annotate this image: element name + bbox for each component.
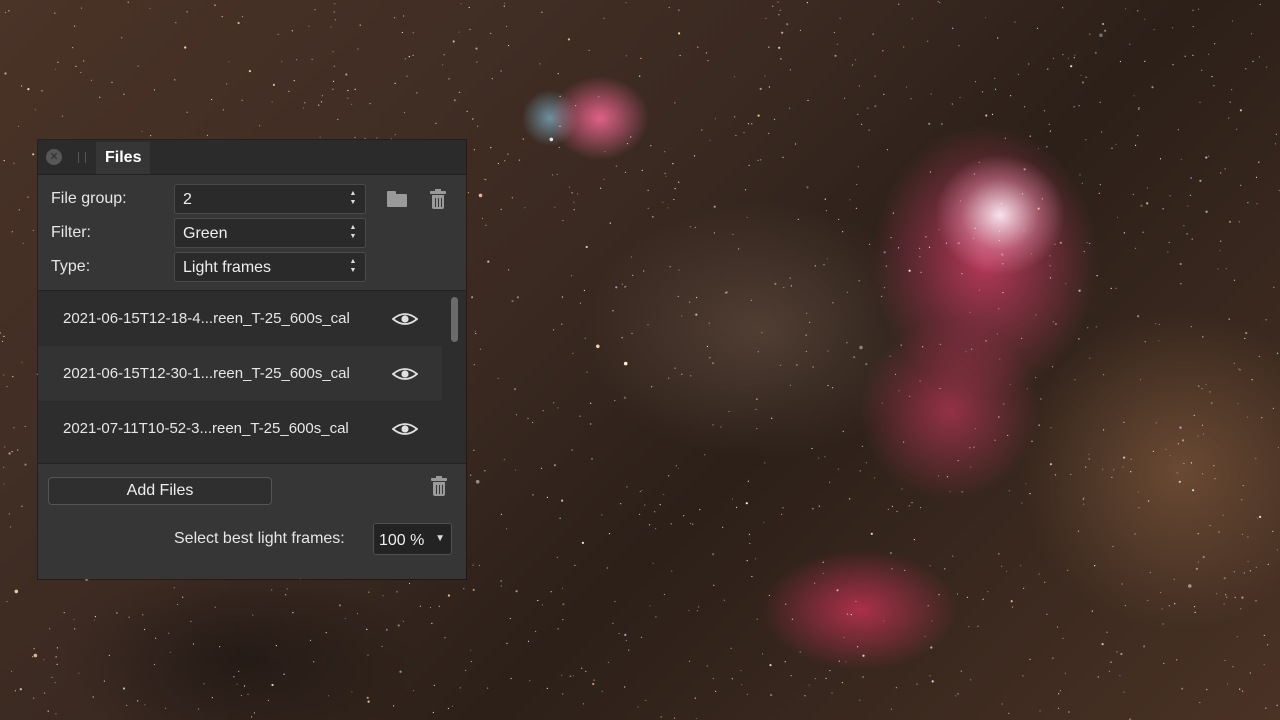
file-group-label: File group: — [51, 190, 127, 207]
filter-label: Filter: — [51, 224, 91, 241]
best-frames-label: Select best light frames: — [174, 530, 345, 547]
close-icon[interactable]: ✕ — [46, 149, 62, 165]
files-panel: ✕ Files File group: 2 ▲ ▼ Filter: Green ▲… — [38, 140, 466, 579]
type-select[interactable]: Light frames ▲ ▼ — [174, 252, 366, 282]
file-name: 2021-06-15T12-18-4...reen_T-25_600s_cal — [63, 310, 350, 327]
file-name: 2021-06-15T12-30-1...reen_T-25_600s_cal — [63, 365, 350, 382]
file-list: 2021-06-15T12-18-4...reen_T-25_600s_cal … — [38, 290, 466, 464]
tab-files[interactable]: Files — [95, 142, 151, 174]
file-group-select[interactable]: 2 ▲ ▼ — [174, 184, 366, 214]
file-group-value: 2 — [183, 191, 192, 208]
filter-select[interactable]: Green ▲ ▼ — [174, 218, 366, 248]
list-item[interactable]: 2021-06-15T12-18-4...reen_T-25_600s_cal — [38, 291, 442, 346]
best-frames-select[interactable]: 100 % ▼ — [373, 523, 452, 555]
panel-header: ✕ Files — [38, 140, 466, 175]
type-label: Type: — [51, 258, 91, 275]
stepper-arrows-icon: ▲ ▼ — [349, 258, 357, 274]
add-files-button[interactable]: Add Files — [48, 477, 272, 505]
best-frames-value: 100 % — [379, 532, 425, 549]
filter-value: Green — [183, 225, 228, 242]
trash-icon[interactable] — [431, 476, 447, 496]
trash-icon[interactable] — [430, 189, 446, 209]
drag-handle-icon[interactable] — [78, 152, 86, 163]
folder-icon[interactable] — [387, 190, 407, 207]
eye-icon[interactable] — [392, 421, 418, 437]
eye-icon[interactable] — [392, 366, 418, 382]
scrollbar-thumb[interactable] — [451, 297, 458, 342]
chevron-down-icon: ▼ — [435, 533, 445, 544]
eye-icon[interactable] — [392, 311, 418, 327]
list-item[interactable]: 2021-07-11T10-52-3...reen_T-25_600s_cal — [38, 401, 442, 456]
file-name: 2021-07-11T10-52-3...reen_T-25_600s_cal — [63, 420, 349, 437]
stepper-arrows-icon: ▲ ▼ — [349, 190, 357, 206]
type-value: Light frames — [183, 259, 272, 276]
list-item[interactable]: 2021-06-15T12-30-1...reen_T-25_600s_cal — [38, 346, 442, 401]
list-scrollbar[interactable] — [448, 295, 460, 459]
stepper-arrows-icon: ▲ ▼ — [349, 224, 357, 240]
